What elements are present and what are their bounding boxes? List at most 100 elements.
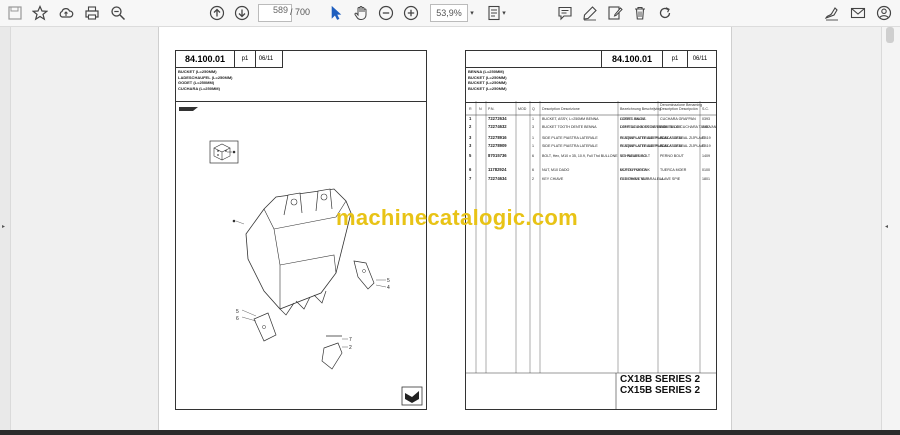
- table-cell: CUCHARA GRAFPAN: [660, 117, 696, 121]
- series-line-2: CX15B SERIES 2: [620, 385, 701, 396]
- table-header-cell: P.N.: [488, 107, 495, 111]
- table-cell: 5: [469, 153, 472, 158]
- save-icon[interactable]: [6, 4, 24, 22]
- table-cell: BOLT, Hex, M10 x 35, 10.9, Full Thd BULL…: [542, 154, 618, 158]
- table-headers: R N P.N. MOD Q Description Descrizione Bezeich…: [469, 103, 709, 111]
- page-fit-dropdown-icon[interactable]: ▾: [500, 4, 508, 22]
- select-tool-icon[interactable]: [327, 4, 345, 22]
- table-cell: 6: [532, 168, 534, 172]
- table-cell: LLAVE SPIE: [660, 177, 681, 181]
- page-number-input[interactable]: 589: [258, 4, 292, 22]
- delete-icon[interactable]: [631, 4, 649, 22]
- table-cell: 3: [469, 143, 472, 148]
- table-cell: 1: [532, 136, 534, 140]
- table-cell: 1: [532, 117, 534, 121]
- table-cell: R419: [702, 144, 711, 148]
- table-cell: ECROU PORCA: [620, 168, 647, 172]
- zoom-in-icon[interactable]: [402, 4, 420, 22]
- callout-6: 6: [236, 316, 239, 322]
- callout-5b: 5: [387, 278, 390, 284]
- table-cell: 72274634: [488, 176, 507, 181]
- table-cell: KEY CHIAVE: [542, 177, 564, 181]
- table-cell: 1: [532, 144, 534, 148]
- page-total: / 700: [290, 7, 311, 17]
- table-cell: 72272634: [488, 116, 507, 121]
- table-cell: 72278909: [488, 143, 507, 148]
- table-row: 7 72274634 2 KEY CHIAVE FEDERKEIL KILECLE CH…: [469, 176, 710, 181]
- watermark-text: machinecatalogic.com: [336, 205, 578, 230]
- table-cell: 72274632: [488, 124, 507, 129]
- zoom-out-icon[interactable]: [109, 4, 127, 22]
- sign-icon[interactable]: [823, 4, 841, 22]
- expand-left-panel-icon[interactable]: ▸: [2, 223, 5, 230]
- next-page-icon[interactable]: [233, 4, 251, 22]
- table-cell: SIDE PLATE PIASTRA LATERALE: [542, 136, 598, 140]
- bottom-status-strip: [0, 430, 900, 435]
- table-cell: 0100: [702, 168, 710, 172]
- account-icon[interactable]: [875, 4, 893, 22]
- table-cell: 0393: [702, 117, 710, 121]
- table-cell: 1409: [702, 154, 710, 158]
- table-cell: CLE CHAVETA PARALELA: [620, 177, 664, 181]
- comment-icon[interactable]: [556, 4, 574, 22]
- side-plate-right: [353, 260, 375, 290]
- scrollbar-thumb[interactable]: [886, 27, 894, 43]
- table-cell: 11782924: [488, 167, 507, 172]
- upload-icon[interactable]: [57, 4, 75, 22]
- table-cell: PERNO BOUT: [660, 154, 685, 158]
- table-header-cell: Denominazione Benaming: [660, 103, 702, 107]
- table-cell: 6: [469, 167, 472, 172]
- table-header-cell: Description Descripción: [660, 107, 698, 111]
- table-cell: 1: [469, 116, 472, 121]
- table-header-cell: Description Descrizione: [542, 107, 580, 111]
- arrow-marker: [179, 107, 198, 111]
- table-row: 5 87015736 6 BOLT, Hex, M10 x 35, 10.9, Ful…: [469, 153, 710, 158]
- table-cell: NUT, M10 DADO: [542, 168, 570, 172]
- bucket-tooth-part: [321, 342, 343, 370]
- table-row: 3 72278916 1 SIDE PLATE PIASTRA LATERALE SEI…: [469, 135, 711, 140]
- table-cell: 0082: [702, 125, 710, 129]
- table-cell: 2: [532, 177, 534, 181]
- table-header-cell: R: [469, 107, 472, 111]
- callout-2: 2: [349, 345, 352, 351]
- table-header-cell: Bezeichnung Beschrijving: [620, 107, 661, 111]
- zoom-level-select[interactable]: 53,9%: [430, 4, 468, 22]
- table-cell: BUCKET, ASSY, L=250MM BENNA: [542, 117, 599, 121]
- table-row: 6 11782924 6 NUT, M10 DADO MUTTER MOTRIKECRO…: [469, 167, 710, 172]
- table-cell: 3: [469, 135, 472, 140]
- edit-icon[interactable]: [606, 4, 624, 22]
- series-block: CX18B SERIES 2 CX15B SERIES 2: [620, 374, 700, 396]
- draw-icon[interactable]: [581, 4, 599, 22]
- right-panel-rail[interactable]: ◂: [881, 27, 900, 435]
- table-header-cell: S.C.: [702, 107, 709, 111]
- rotate-icon[interactable]: [656, 4, 674, 22]
- table-header-cell: N: [479, 107, 482, 111]
- zoom-dropdown-icon[interactable]: ▾: [468, 4, 476, 22]
- bookmark-icon[interactable]: [31, 4, 49, 22]
- table-cell: 87015736: [488, 153, 507, 158]
- table-header-cell: MOD: [518, 107, 527, 111]
- table-cell: 7: [469, 176, 472, 181]
- table-row: 3 72278909 1 SIDE PLATE PIASTRA LATERALE SEI…: [469, 143, 711, 148]
- callout-7: 7: [349, 337, 352, 343]
- series-line-1: CX18B SERIES 2: [620, 374, 701, 385]
- email-icon[interactable]: [849, 4, 867, 22]
- table-cell: R419: [702, 136, 711, 140]
- zoom-out-circle-icon[interactable]: [377, 4, 395, 22]
- table-cell: TUERCA MOER: [660, 168, 687, 172]
- table-cell: 72278916: [488, 135, 507, 140]
- callout-5: 5: [236, 309, 239, 315]
- table-cell: SIDE PLATE PIASTRA LATERALE: [542, 144, 598, 148]
- table-cell: 2: [469, 124, 472, 129]
- table-cell: 3: [532, 125, 534, 129]
- side-plate-left: [253, 312, 277, 342]
- table-cell: PLACA LATERAL ZIJPLAAT: [660, 136, 706, 140]
- expand-right-panel-icon[interactable]: ◂: [885, 223, 888, 230]
- left-panel-rail[interactable]: ▸: [0, 27, 11, 435]
- callout-4: 4: [387, 285, 390, 291]
- table-rows: 1 72272634 1 BUCKET, ASSY, L=250MM BENNA LOF…: [469, 116, 716, 181]
- print-icon[interactable]: [83, 4, 101, 22]
- table-cell: PLACA LATERAL ZIJPLAAT: [660, 144, 706, 148]
- previous-page-icon[interactable]: [208, 4, 226, 22]
- hand-tool-icon[interactable]: [352, 4, 370, 22]
